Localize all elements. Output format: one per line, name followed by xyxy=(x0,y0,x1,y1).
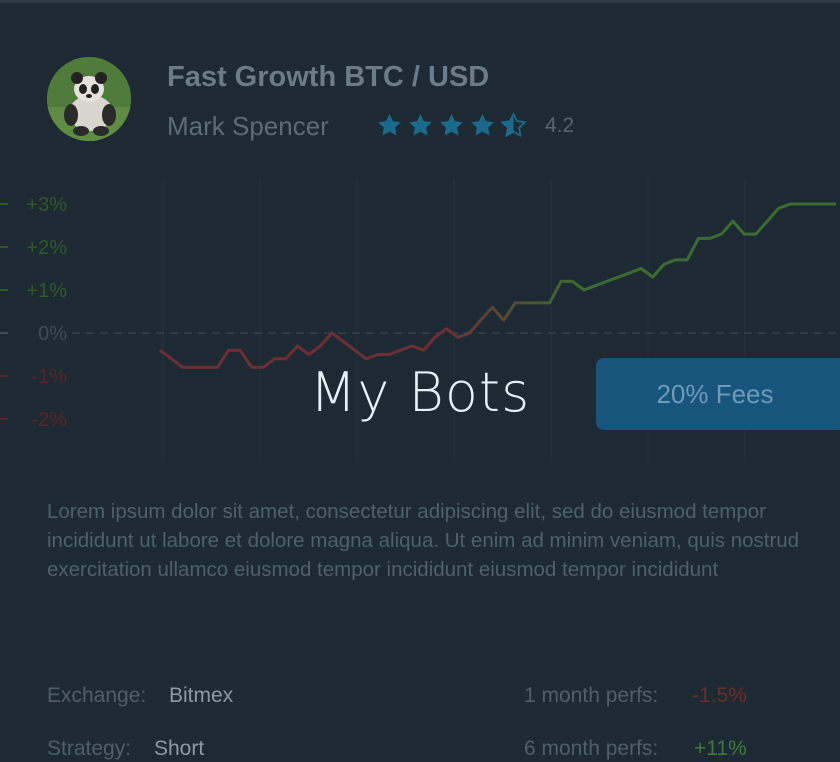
star-icon xyxy=(378,113,401,136)
star-icon xyxy=(471,113,494,136)
perf-6m-label: 6 month perfs: xyxy=(524,737,659,760)
panda-avatar xyxy=(47,57,131,141)
performance-series-line xyxy=(159,202,836,369)
rating-value: 4.2 xyxy=(545,114,575,137)
rating-stars xyxy=(376,111,527,139)
star-icon xyxy=(440,113,463,136)
bot-description: Lorem ipsum dolor sit amet, consectetur … xyxy=(47,500,800,581)
perf-6m-value: +11% xyxy=(694,737,747,760)
star-half-icon xyxy=(500,111,527,137)
bot-card[interactable]: Fast Growth BTC / USD Mark Spencer 4.2 +… xyxy=(0,0,840,762)
strategy-value: Short xyxy=(154,737,205,760)
y-tick-label: +1% xyxy=(26,280,67,302)
author-name[interactable]: Mark Spencer xyxy=(167,111,329,142)
y-tick-label: +2% xyxy=(26,237,67,259)
overlay-title: My Bots xyxy=(309,361,531,424)
exchange-value: Bitmex xyxy=(169,684,234,707)
y-tick-label: 0% xyxy=(38,323,67,345)
y-tick-label: +3% xyxy=(26,194,67,216)
perf-1m-value: -1.5% xyxy=(692,684,747,707)
star-icon xyxy=(409,113,432,136)
perf-1m-label: 1 month perfs: xyxy=(524,684,659,707)
panda-avatar-image xyxy=(47,57,131,141)
bot-title: Fast Growth BTC / USD xyxy=(167,61,490,93)
exchange-label: Exchange: xyxy=(47,684,147,707)
strategy-label: Strategy: xyxy=(47,737,132,760)
